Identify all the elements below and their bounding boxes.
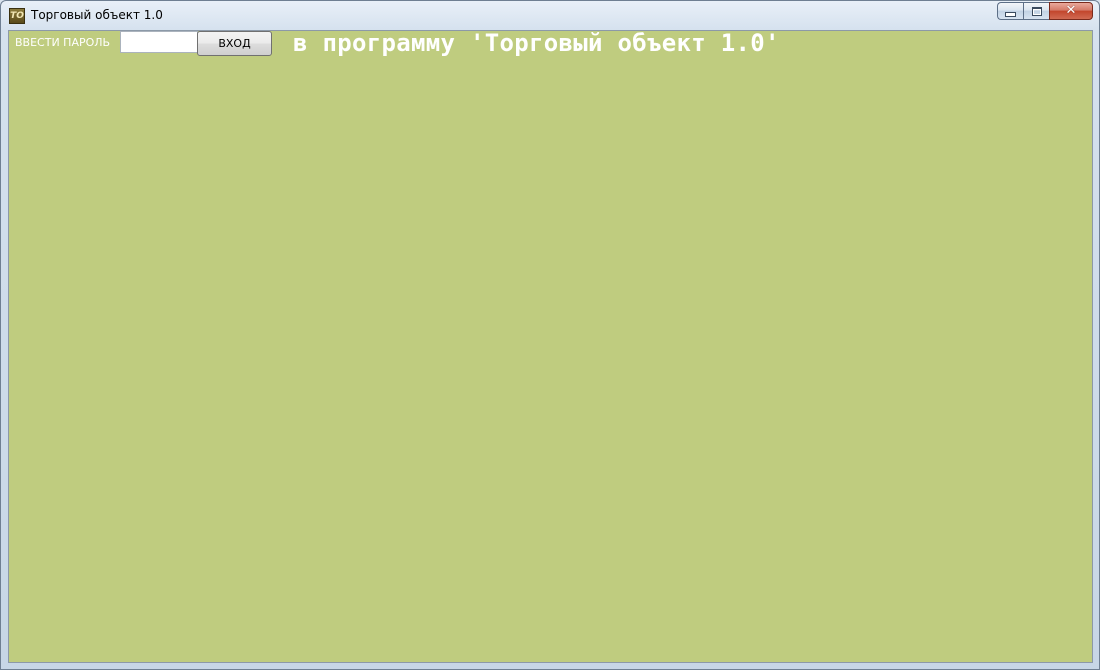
password-input[interactable] <box>120 31 198 53</box>
title-bar[interactable]: ТО Торговый объект 1.0 ✕ <box>1 1 1099 31</box>
welcome-text: в программу 'Торговый объект 1.0' <box>293 29 780 57</box>
app-window: ТО Торговый объект 1.0 ✕ ВВЕСТИ ПАРОЛЬ В… <box>0 0 1100 670</box>
window-title: Торговый объект 1.0 <box>31 8 163 22</box>
minimize-button[interactable] <box>997 2 1023 20</box>
minimize-icon <box>1005 12 1016 17</box>
main-panel: ВВЕСТИ ПАРОЛЬ ВХОД в программу 'Торговый… <box>8 29 1093 663</box>
maximize-icon <box>1031 6 1042 16</box>
close-icon: ✕ <box>1065 3 1077 18</box>
maximize-button[interactable] <box>1023 2 1049 20</box>
app-icon: ТО <box>9 8 25 24</box>
close-button[interactable]: ✕ <box>1049 2 1093 20</box>
window-bottom-border <box>1 661 1099 669</box>
login-button[interactable]: ВХОД <box>197 31 272 56</box>
window-controls: ✕ <box>997 2 1093 21</box>
password-label: ВВЕСТИ ПАРОЛЬ <box>15 36 111 49</box>
